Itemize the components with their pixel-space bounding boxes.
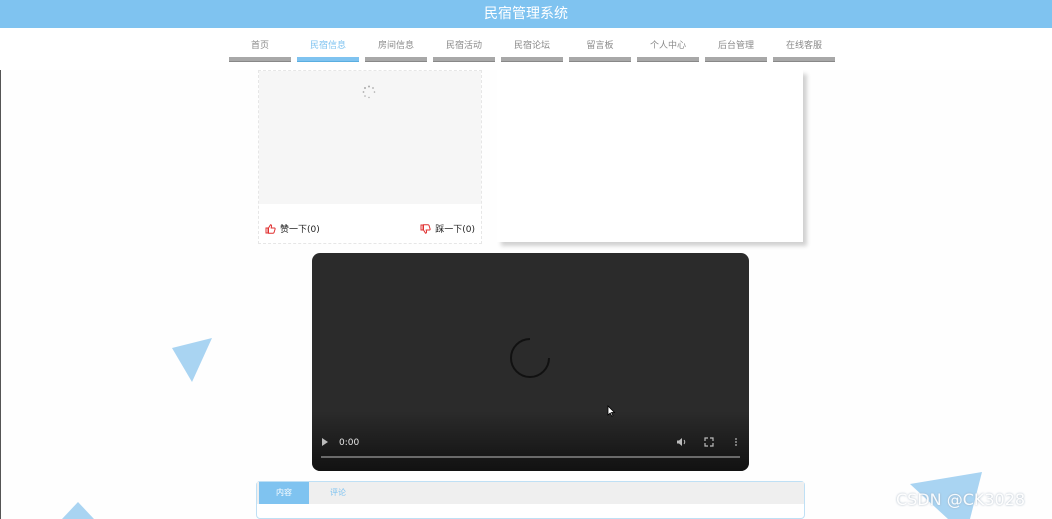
nav-item-label: 民宿信息 [309,41,346,51]
play-icon[interactable] [321,437,329,447]
nav-item-room-info[interactable]: 房间信息 [365,40,427,62]
dislike-count-label: 踩一下(0) [435,225,475,235]
nav-item-homestay-info[interactable]: 民宿信息 [297,40,359,62]
decorative-triangle [62,502,94,519]
nav-item-forum[interactable]: 民宿论坛 [501,40,563,62]
nav-item-label: 房间信息 [377,41,414,51]
left-divider [0,70,1,519]
nav-item-label: 在线客服 [785,41,822,51]
nav-item-label: 个人中心 [649,41,686,51]
top-navigation: 首页 民宿信息 房间信息 民宿活动 民宿论坛 留言板 个人中心 后台管理 在线客… [0,28,1052,70]
decorative-triangle [172,338,212,382]
content-tabs: 内容 评论 [256,481,805,519]
tab-comments[interactable]: 评论 [313,482,363,504]
nav-item-user-center[interactable]: 个人中心 [637,40,699,62]
like-count-label: 赞一下(0) [280,225,320,235]
thumbs-down-icon [420,223,431,234]
image-placeholder [259,71,481,204]
nav-item-activities[interactable]: 民宿活动 [433,40,495,62]
nav-item-label: 首页 [250,41,269,51]
like-button[interactable]: 赞一下(0) [265,222,320,235]
nav-item-label: 留言板 [586,41,614,51]
nav-item-message-board[interactable]: 留言板 [569,40,631,62]
csdn-watermark: CSDN @CK3028 [896,490,1026,509]
tab-content[interactable]: 内容 [259,482,309,504]
detail-panel [497,70,803,242]
video-loading-icon [510,338,550,378]
volume-icon[interactable] [676,437,687,447]
dislike-button[interactable]: 踩一下(0) [420,222,475,235]
thumbs-up-icon [265,223,276,234]
nav-item-admin[interactable]: 后台管理 [705,40,767,62]
loading-spinner-icon [362,85,376,99]
nav-item-home[interactable]: 首页 [229,40,291,62]
nav-item-online-service[interactable]: 在线客服 [773,40,835,62]
nav-item-label: 后台管理 [717,41,754,51]
fullscreen-icon[interactable] [704,437,714,447]
homestay-image-card: 赞一下(0) 踩一下(0) [258,70,482,244]
app-title-bar: 民宿管理系统 [0,0,1052,28]
video-progress-bar[interactable] [321,456,740,458]
app-title: 民宿管理系统 [484,6,568,22]
nav-item-label: 民宿活动 [445,41,482,51]
video-time: 0:00 [339,438,360,448]
more-options-icon[interactable] [733,437,739,447]
mouse-cursor-icon [607,405,616,417]
video-player[interactable]: 0:00 [312,253,749,471]
nav-item-label: 民宿论坛 [513,41,550,51]
